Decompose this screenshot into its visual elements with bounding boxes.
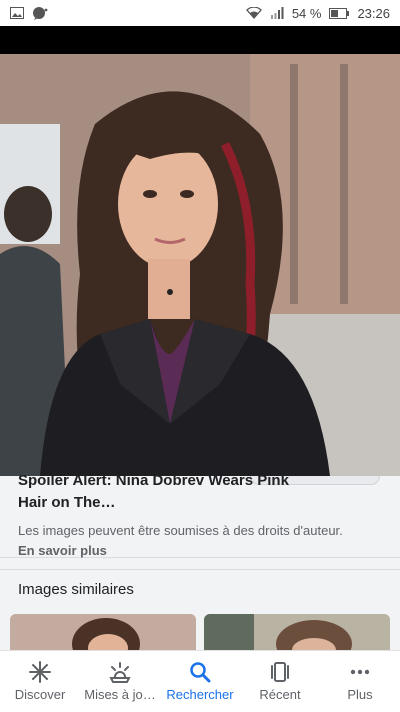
- nav-label: Plus: [347, 687, 373, 702]
- nav-label: Récent: [259, 687, 301, 702]
- more-dots-icon: [349, 661, 371, 683]
- battery-icon: [329, 7, 350, 19]
- learn-more-link[interactable]: En savoir plus: [18, 543, 107, 558]
- nav-label: Discover: [14, 687, 66, 702]
- wifi-icon: [245, 7, 262, 19]
- nav-search[interactable]: Rechercher: [160, 651, 240, 712]
- nav-discover[interactable]: Discover: [0, 651, 80, 712]
- copyright-notice: Les images peuvent être soumises à des d…: [18, 521, 358, 561]
- nav-label: Mises à jo…: [84, 687, 156, 702]
- asterisk-icon: [29, 661, 51, 683]
- divider: [0, 569, 400, 570]
- updates-icon: [108, 661, 132, 683]
- image-viewer-top-band: [0, 26, 400, 54]
- result-title[interactable]: Spoiler Alert: Nina Dobrev Wears Pink Ha…: [18, 470, 318, 514]
- similar-image-thumbnail[interactable]: [10, 614, 196, 650]
- bottom-navigation: Discover Mises à jo… Rechercher Récent P…: [0, 650, 400, 712]
- signal-icon: [270, 7, 284, 19]
- chat-bubble-icon: [32, 6, 48, 20]
- status-bar: 54 % 23:26: [0, 0, 400, 26]
- similar-images-title: Images similaires: [18, 581, 134, 598]
- copyright-text: Les images peuvent être soumises à des d…: [18, 523, 343, 538]
- battery-percent: 54 %: [291, 5, 322, 21]
- result-image[interactable]: [0, 54, 400, 476]
- recent-icon: [268, 661, 292, 683]
- nav-more[interactable]: Plus: [320, 651, 400, 712]
- image-icon: [10, 7, 24, 19]
- nav-recent[interactable]: Récent: [240, 651, 320, 712]
- nav-label: Rechercher: [166, 687, 234, 702]
- similar-image-thumbnail[interactable]: [204, 614, 390, 650]
- search-icon: [189, 661, 211, 683]
- clock: 23:26: [357, 5, 390, 21]
- nav-updates[interactable]: Mises à jo…: [80, 651, 160, 712]
